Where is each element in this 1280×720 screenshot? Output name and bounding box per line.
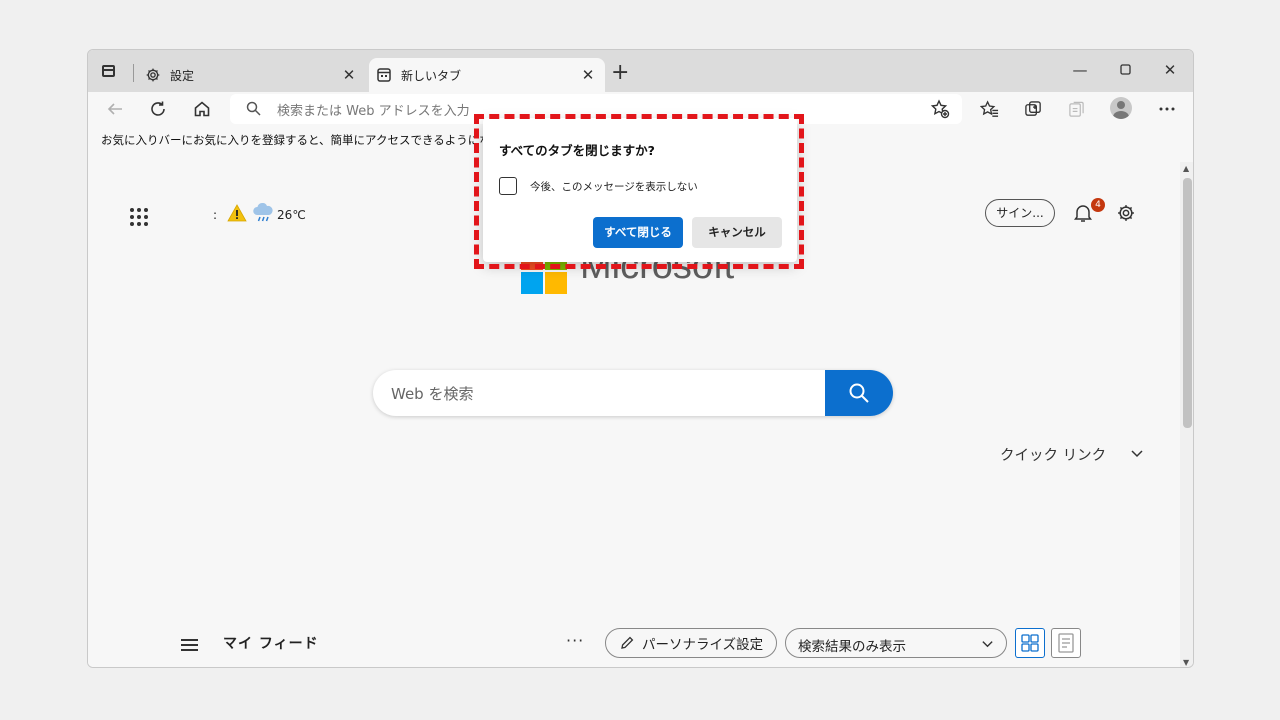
tab-label: 設定 bbox=[170, 68, 195, 83]
tab-settings[interactable]: 設定 ✕ bbox=[138, 58, 366, 92]
grid-view-button[interactable] bbox=[1015, 628, 1045, 658]
feed-more-options[interactable]: ··· bbox=[566, 631, 584, 650]
collections-icon[interactable] bbox=[1022, 98, 1044, 120]
tab-strip: 設定 ✕ 新しいタブ ✕ + — ✕ bbox=[88, 50, 1193, 92]
sign-in-button[interactable]: サイン... bbox=[985, 199, 1055, 227]
page-scrollbar[interactable]: ▲ ▼ bbox=[1180, 162, 1193, 667]
scroll-up-icon[interactable]: ▲ bbox=[1183, 164, 1189, 173]
weather-prefix: : bbox=[213, 207, 218, 222]
hamburger-menu-icon[interactable] bbox=[181, 639, 198, 651]
scrollbar-thumb[interactable] bbox=[1183, 178, 1192, 428]
dialog-title: すべてのタブを閉じますか? bbox=[499, 143, 655, 158]
minimize-icon[interactable]: — bbox=[1070, 61, 1090, 79]
dont-show-again-checkbox[interactable] bbox=[499, 177, 517, 195]
close-icon[interactable]: ✕ bbox=[577, 66, 599, 84]
close-all-tabs-dialog: すべてのタブを閉じますか? 今後、このメッセージを表示しない すべて閉じる キャ… bbox=[483, 118, 797, 262]
extension-icon[interactable] bbox=[1065, 98, 1087, 120]
web-search-input[interactable] bbox=[389, 370, 813, 416]
favorites-icon[interactable] bbox=[978, 98, 1000, 120]
maximize-icon[interactable] bbox=[1115, 61, 1135, 79]
grid-view-icon bbox=[1021, 634, 1039, 652]
home-icon[interactable] bbox=[191, 98, 213, 120]
weather-temperature: 26℃ bbox=[277, 207, 306, 222]
address-placeholder: 検索または Web アドレスを入力 bbox=[277, 104, 470, 119]
search-button[interactable] bbox=[825, 370, 893, 416]
app-launcher-icon[interactable] bbox=[130, 208, 148, 226]
tab-separator bbox=[133, 64, 134, 82]
window-close-icon[interactable]: ✕ bbox=[1160, 61, 1180, 79]
personalize-button[interactable]: パーソナライズ設定 bbox=[605, 628, 777, 658]
chevron-down-icon[interactable] bbox=[1130, 445, 1144, 464]
favorites-bar-message: お気に入りバーにお気に入りを登録すると、簡単にアクセスできるようになります。 bbox=[101, 133, 536, 147]
feed-title: マイ フィード bbox=[223, 636, 319, 652]
scroll-down-icon[interactable]: ▼ bbox=[1183, 658, 1189, 667]
list-view-button[interactable] bbox=[1051, 628, 1081, 658]
cancel-button[interactable]: キャンセル bbox=[692, 217, 782, 248]
page-settings-icon[interactable] bbox=[1116, 203, 1136, 227]
feed-bar: マイ フィード ··· パーソナライズ設定 検索結果のみ表示 bbox=[88, 623, 1180, 663]
pencil-icon bbox=[621, 636, 634, 649]
tab-label: 新しいタブ bbox=[401, 68, 462, 83]
rain-cloud-icon bbox=[252, 202, 274, 226]
quick-links-toggle[interactable]: クイック リンク bbox=[1000, 444, 1106, 465]
back-arrow-icon[interactable] bbox=[104, 98, 126, 120]
add-favorite-icon[interactable] bbox=[930, 99, 950, 123]
tab-actions-icon[interactable] bbox=[102, 65, 115, 77]
notification-bell-icon[interactable] bbox=[1073, 203, 1093, 227]
more-options-icon[interactable] bbox=[1156, 98, 1178, 120]
profile-avatar[interactable] bbox=[1110, 97, 1132, 119]
personalize-label: パーソナライズ設定 bbox=[642, 637, 764, 653]
web-search-box bbox=[373, 370, 893, 416]
search-icon bbox=[246, 101, 261, 120]
list-view-icon bbox=[1058, 633, 1074, 653]
warning-icon bbox=[227, 204, 247, 225]
newtab-icon bbox=[375, 66, 393, 84]
feed-filter-select[interactable]: 検索結果のみ表示 bbox=[785, 628, 1007, 658]
new-tab-button[interactable]: + bbox=[611, 62, 629, 84]
close-icon[interactable]: ✕ bbox=[338, 66, 360, 84]
chevron-down-icon bbox=[981, 637, 994, 654]
gear-icon bbox=[144, 66, 162, 84]
notification-count-badge: 4 bbox=[1091, 198, 1105, 212]
feed-filter-value: 検索結果のみ表示 bbox=[798, 639, 906, 655]
dont-show-again-label: 今後、このメッセージを表示しない bbox=[530, 181, 698, 193]
close-all-button[interactable]: すべて閉じる bbox=[593, 217, 683, 248]
tab-new-tab[interactable]: 新しいタブ ✕ bbox=[369, 58, 605, 92]
weather-widget[interactable]: : 26℃ bbox=[213, 202, 306, 226]
refresh-icon[interactable] bbox=[147, 98, 169, 120]
